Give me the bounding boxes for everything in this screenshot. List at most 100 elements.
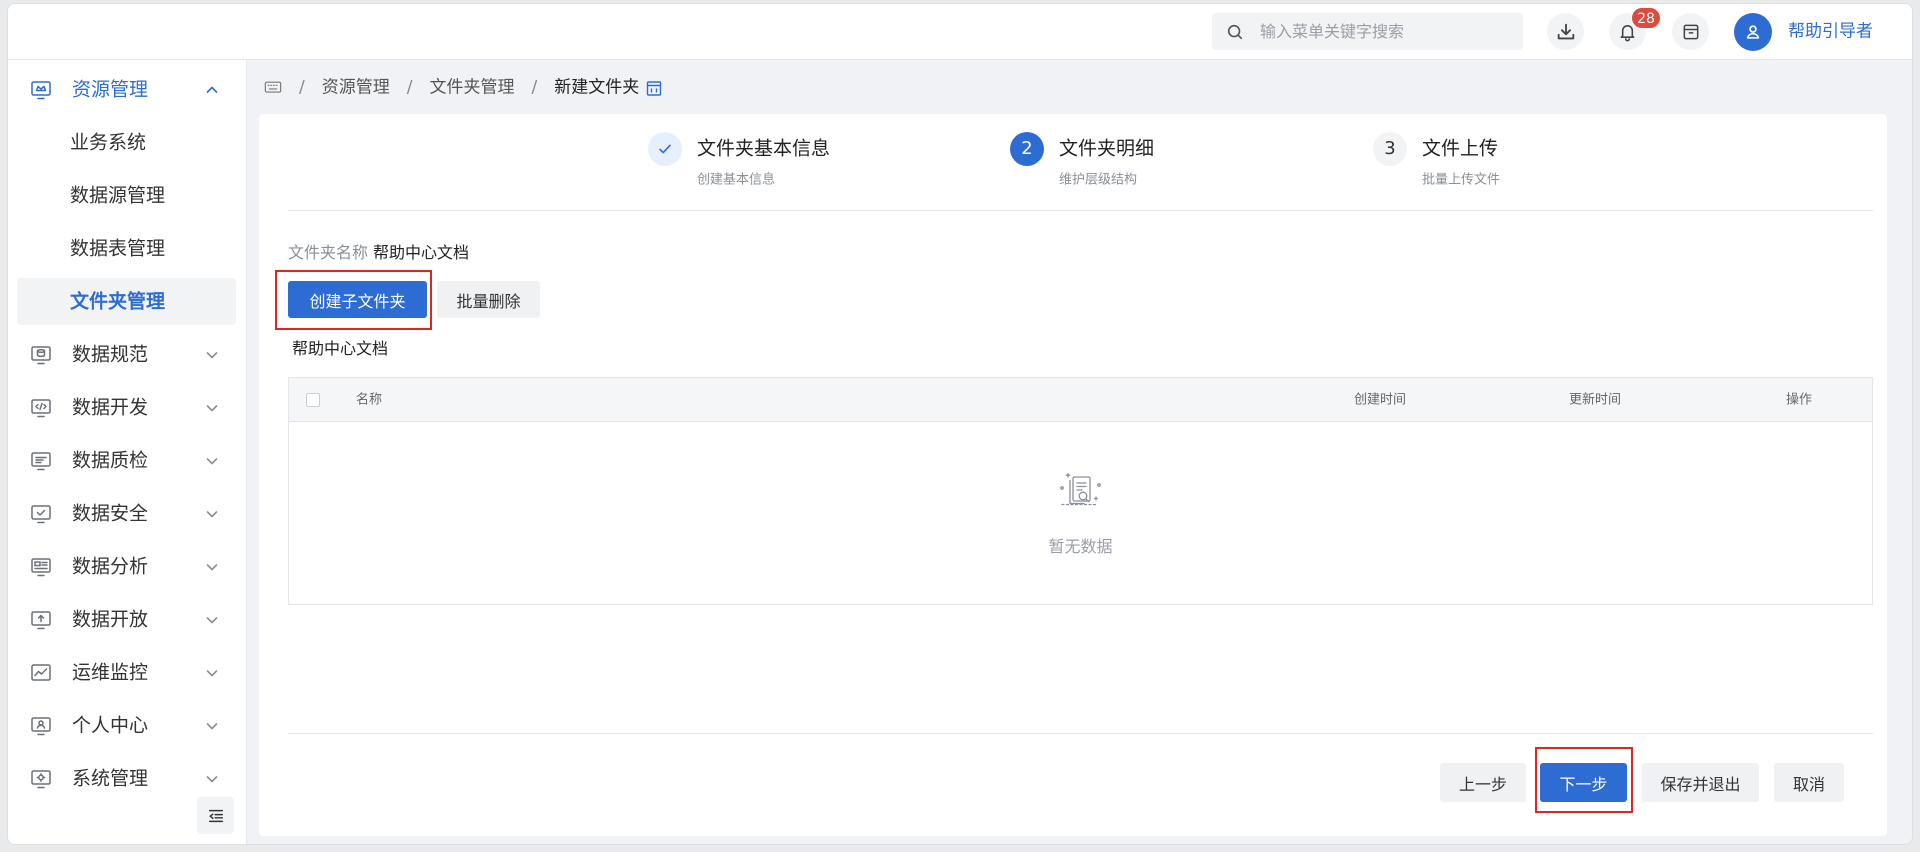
data-security-icon [30,503,52,525]
sidebar-item-label: 系统管理 [72,767,149,789]
app-window: 28 帮助引导者 资源管理 业务系统 数据源管理 [7,3,1913,845]
folder-name-label: 文件夹名称 [288,243,369,262]
breadcrumb-current: 新建文件夹 [554,77,640,98]
notification-badge: 28 [1631,7,1661,29]
batch-delete-button[interactable]: 批量删除 [437,281,540,318]
data-quality-icon [30,450,52,472]
cancel-button[interactable]: 取消 [1774,763,1844,802]
chevron-down-icon [205,560,219,574]
column-header-actions: 操作 [1786,392,1813,408]
folder-name-value: 帮助中心文档 [373,243,470,262]
step-title: 文件上传 [1422,137,1499,160]
sidebar-item-ops-monitor[interactable]: 运维监控 [8,646,246,699]
folder-name-field: 文件夹名称 帮助中心文档 [288,245,469,261]
sidebar-item-label: 数据规范 [72,343,149,365]
chevron-down-icon [205,507,219,521]
footer-divider [288,733,1873,734]
chevron-down-icon [205,348,219,362]
menu-search[interactable] [1212,13,1523,50]
step-number: 3 [1373,132,1407,166]
sidebar-subitem-label: 数据表管理 [70,237,166,259]
step-subtitle: 维护层级结构 [1059,172,1138,188]
download-icon [1555,21,1577,43]
sidebar-item-label: 数据质检 [72,449,149,471]
highlight-box [275,270,432,330]
sidebar-item-data-quality[interactable]: 数据质检 [8,434,246,487]
breadcrumb-separator: / [531,77,538,98]
sidebar-subitem-datasource[interactable]: 数据源管理 [8,169,246,222]
highlight-box [1535,747,1633,813]
sidebar-item-personal-center[interactable]: 个人中心 [8,699,246,752]
steps-divider [288,210,1873,211]
sidebar-subitem-business-system[interactable]: 业务系统 [8,116,246,169]
subfolder-table: 名称 创建时间 更新时间 操作 暂无数据 [288,377,1873,605]
archive-button[interactable] [1672,13,1709,50]
sidebar-subitem-datatable[interactable]: 数据表管理 [8,222,246,275]
sidebar-item-data-standard[interactable]: 数据规范 [8,328,246,381]
empty-data-icon [1050,471,1110,513]
sidebar-item-label: 数据开放 [72,608,149,630]
search-icon [1226,23,1244,41]
sidebar-item-label: 数据开发 [72,396,149,418]
table-header: 名称 创建时间 更新时间 操作 [289,378,1872,422]
chevron-down-icon [205,613,219,627]
sidebar-item-data-open[interactable]: 数据开放 [8,593,246,646]
sidebar-item-data-analysis[interactable]: 数据分析 [8,540,246,593]
breadcrumb-item[interactable]: 资源管理 [322,79,390,97]
chevron-down-icon [205,401,219,415]
data-open-icon [30,609,52,631]
search-input[interactable] [1260,22,1510,41]
column-header-created: 创建时间 [1354,392,1407,408]
collapse-sidebar-button[interactable] [197,797,234,834]
chevron-down-icon [205,719,219,733]
main-content: / 资源管理 / 文件夹管理 / 新建文件夹 文件夹基本信息 创建基本信息 2 … [247,60,1912,844]
select-all-checkbox[interactable] [306,393,320,407]
check-icon [656,140,674,158]
user-name[interactable]: 帮助引导者 [1788,23,1873,41]
sidebar-item-data-security[interactable]: 数据安全 [8,487,246,540]
breadcrumb-separator: / [299,77,305,98]
sidebar: 资源管理 业务系统 数据源管理 数据表管理 文件夹管理 数据规范 数据开发 数据… [8,60,247,844]
collapse-sidebar-icon [207,807,225,825]
save-and-exit-button[interactable]: 保存并退出 [1642,763,1759,802]
resource-management-icon [30,79,52,101]
chevron-down-icon [205,454,219,468]
step-subtitle: 批量上传文件 [1422,172,1501,188]
folder-tree-root[interactable]: 帮助中心文档 [292,341,388,357]
sidebar-item-label: 个人中心 [72,714,149,736]
content-card: 文件夹基本信息 创建基本信息 2 文件夹明细 维护层级结构 3 文件上传 批量上… [259,114,1887,836]
sidebar-item-label: 运维监控 [72,661,149,683]
step-title: 文件夹基本信息 [697,137,831,160]
data-development-icon [30,397,52,419]
sidebar-item-data-development[interactable]: 数据开发 [8,381,246,434]
column-header-name: 名称 [356,392,383,408]
prev-step-button[interactable]: 上一步 [1440,763,1526,802]
page-tab-icon[interactable] [646,80,662,96]
breadcrumb-separator: / [406,77,413,98]
personal-center-icon [30,715,52,737]
data-standard-icon [30,344,52,366]
ops-monitor-icon [30,662,52,684]
sidebar-subitem-label: 业务系统 [70,131,147,153]
step-title: 文件夹明细 [1059,137,1155,160]
sidebar-item-label: 数据分析 [72,555,149,577]
avatar[interactable] [1734,13,1772,51]
sidebar-item-resource-management[interactable]: 资源管理 [8,63,246,116]
step-subtitle: 创建基本信息 [697,172,776,188]
sidebar-item-label: 资源管理 [72,78,149,100]
data-analysis-icon [30,556,52,578]
step-circle [648,132,682,166]
column-header-updated: 更新时间 [1569,392,1622,408]
chevron-down-icon [205,772,219,786]
user-icon [1743,22,1763,42]
breadcrumb-item[interactable]: 文件夹管理 [429,79,514,97]
sidebar-item-label: 数据安全 [72,502,149,524]
sidebar-subitem-folder[interactable]: 文件夹管理 [8,275,246,328]
top-header: 28 帮助引导者 [8,4,1912,60]
empty-state-text: 暂无数据 [1048,537,1113,556]
sidebar-subitem-label: 文件夹管理 [70,290,166,312]
keyboard-icon[interactable] [264,81,282,96]
archive-icon [1681,22,1701,42]
breadcrumb: / 资源管理 / 文件夹管理 / 新建文件夹 [264,77,662,98]
download-button[interactable] [1547,13,1584,50]
